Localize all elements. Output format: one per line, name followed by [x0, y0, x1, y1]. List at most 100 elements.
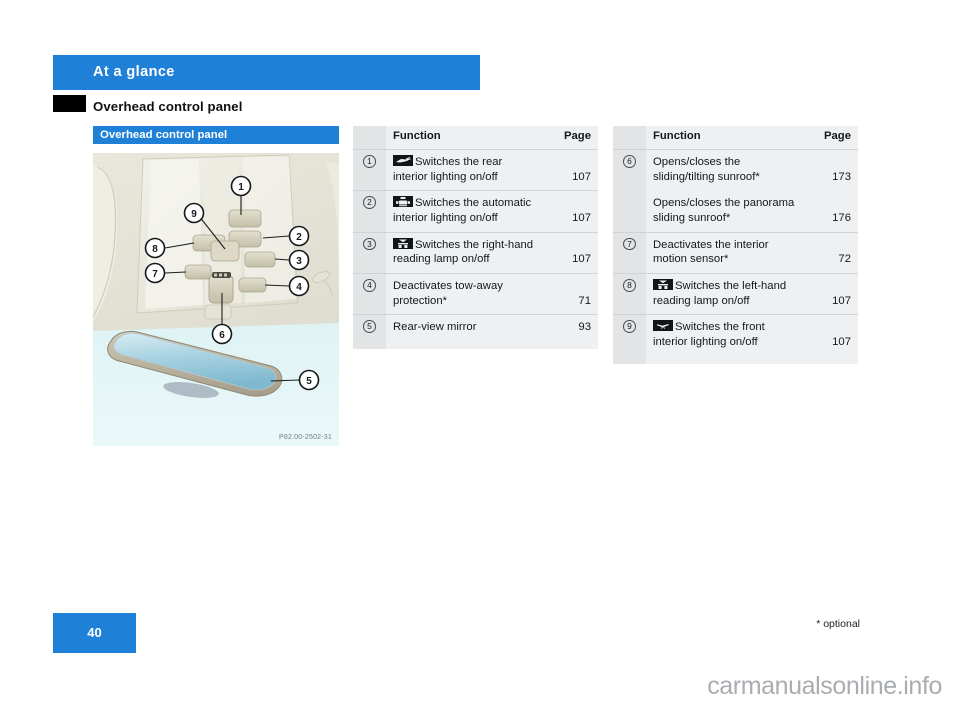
table-header-row: Function Page: [353, 126, 598, 149]
circled-number: 5: [363, 320, 376, 333]
table-row: 9 Switches the front interior lighting o…: [613, 314, 858, 356]
row-callout-number: 7: [613, 231, 646, 274]
table-bottom-filler-body: [386, 341, 598, 350]
circled-number: 2: [363, 196, 376, 209]
row-function-text: Switches the front interior lighting on/…: [646, 314, 803, 356]
table-row: 1 Switches the rear interior lighting on…: [353, 149, 598, 191]
row-callout-number: 8: [613, 273, 646, 315]
table-row: 8 Switches the left-hand reading lamp on…: [613, 273, 858, 315]
svg-text:2: 2: [296, 232, 302, 243]
figure-reference-code: P82.00-2502-31: [278, 434, 332, 441]
row-callout-number: 1: [353, 149, 386, 191]
circled-number: 3: [363, 237, 376, 251]
svg-text:5: 5: [306, 376, 312, 387]
row-function-text: Opens/closes the sliding/tilting sunroof…: [646, 149, 803, 191]
page-number: 40: [87, 625, 102, 640]
svg-text:4: 4: [296, 282, 302, 293]
chapter-title: At a glance: [93, 64, 175, 80]
row-page-number[interactable]: 176: [803, 190, 858, 232]
row-callout-number: [613, 190, 646, 232]
row-function-text: Switches the left-hand reading lamp on/o…: [646, 273, 803, 315]
row-callout-number: 9: [613, 314, 646, 356]
table-row: 6 Opens/closes the sliding/tilting sunro…: [613, 149, 858, 191]
header-cell-number: [613, 126, 646, 149]
svg-text:6: 6: [219, 330, 225, 341]
right-function-table: Function Page 6 Opens/closes the sliding…: [613, 126, 858, 364]
header-cell-function: Function: [646, 126, 803, 149]
header-cell-number: [353, 126, 386, 149]
circled-number: 4: [363, 279, 376, 292]
optional-footnote: * optional: [816, 618, 860, 630]
automatic-interior-lighting-icon: [393, 196, 413, 208]
left-function-table: Function Page 1 Switches the rear interi…: [353, 126, 598, 350]
table-bottom-filler-num: [353, 341, 386, 350]
row-page-number[interactable]: 107: [543, 231, 598, 274]
circled-number: 6: [623, 155, 636, 168]
row-page-number[interactable]: 93: [543, 314, 598, 342]
row-page-number[interactable]: 173: [803, 149, 858, 191]
table-row: 3 Switches the right-hand reading lamp o…: [353, 231, 598, 274]
table-bottom-filler-body: [646, 355, 858, 364]
table-bottom-filler: [353, 341, 598, 350]
svg-text:8: 8: [152, 244, 158, 255]
row-text: Deactivates tow-away protection*: [393, 280, 503, 307]
figure-caption-label: Overhead control panel: [100, 128, 228, 141]
rear-interior-lighting-icon: [393, 155, 413, 166]
manual-page: At a glance Overhead control panel Overh…: [0, 0, 960, 708]
overhead-control-panel-illustration: 1 2 3 4 5 6 7 8 9 P82.00-2502-31: [93, 153, 339, 446]
circled-number: 8: [623, 279, 636, 292]
row-text: Switches the automatic interior lighting…: [393, 197, 532, 225]
front-interior-lighting-icon: [653, 320, 673, 332]
row-page-number[interactable]: 71: [543, 273, 598, 315]
row-function-text: Opens/closes the panorama sliding sunroo…: [646, 190, 803, 232]
row-callout-number: 5: [353, 314, 386, 342]
row-text: Opens/closes the panorama sliding sunroo…: [653, 197, 795, 225]
chapter-header-bar: At a glance: [53, 55, 480, 90]
row-function-text: Deactivates tow-away protection*: [386, 273, 543, 315]
header-cell-page: Page: [543, 126, 598, 149]
row-function-text: Deactivates the interior motion sensor*: [646, 231, 803, 274]
row-text: Rear-view mirror: [393, 321, 477, 334]
row-page-number[interactable]: 107: [803, 273, 858, 315]
table-bottom-filler: [613, 355, 858, 364]
illustration-graphic: 1 2 3 4 5 6 7 8 9: [93, 153, 339, 446]
row-callout-number: 6: [613, 149, 646, 191]
row-text: Opens/closes the sliding/tilting sunroof…: [653, 156, 760, 183]
table-row: 5 Rear-view mirror 93: [353, 314, 598, 342]
svg-text:7: 7: [152, 269, 158, 280]
row-callout-number: 4: [353, 273, 386, 315]
row-function-text: Switches the right-hand reading lamp on/…: [386, 231, 543, 274]
row-page-number[interactable]: 107: [803, 314, 858, 356]
site-watermark: carmanualsonline.info: [707, 672, 942, 700]
svg-text:1: 1: [238, 182, 244, 193]
right-reading-lamp-icon: [393, 237, 413, 249]
row-function-text: Switches the rear interior lighting on/o…: [386, 149, 543, 191]
circled-number: 9: [623, 320, 636, 333]
row-text: Switches the right-hand reading lamp on/…: [393, 238, 534, 266]
table-row: 7 Deactivates the interior motion sensor…: [613, 231, 858, 274]
chapter-bleed-tab: [53, 95, 86, 112]
table-row: 2 Switches the automatic interior lighti…: [353, 190, 598, 232]
row-function-text: Switches the automatic interior lighting…: [386, 190, 543, 232]
table-bottom-filler-num: [613, 355, 646, 364]
row-function-text: Rear-view mirror: [386, 314, 543, 342]
svg-text:9: 9: [191, 209, 197, 220]
row-callout-number: 2: [353, 190, 386, 232]
table-row: 4 Deactivates tow-away protection* 71: [353, 273, 598, 315]
circled-number: 7: [623, 237, 636, 251]
svg-text:3: 3: [296, 256, 302, 267]
row-text: Deactivates the interior motion sensor*: [653, 238, 769, 266]
row-callout-number: 3: [353, 231, 386, 274]
table-header-row: Function Page: [613, 126, 858, 149]
row-page-number[interactable]: 72: [803, 231, 858, 274]
header-cell-function: Function: [386, 126, 543, 149]
row-page-number[interactable]: 107: [543, 149, 598, 191]
table-row: Opens/closes the panorama sliding sunroo…: [613, 190, 858, 232]
row-page-number[interactable]: 107: [543, 190, 598, 232]
page-title: Overhead control panel: [93, 99, 243, 114]
figure-caption-bar: Overhead control panel: [93, 126, 339, 144]
header-cell-page: Page: [803, 126, 858, 149]
left-reading-lamp-icon: [653, 279, 673, 291]
page-number-box: 40: [53, 613, 136, 653]
circled-number: 1: [363, 155, 376, 168]
